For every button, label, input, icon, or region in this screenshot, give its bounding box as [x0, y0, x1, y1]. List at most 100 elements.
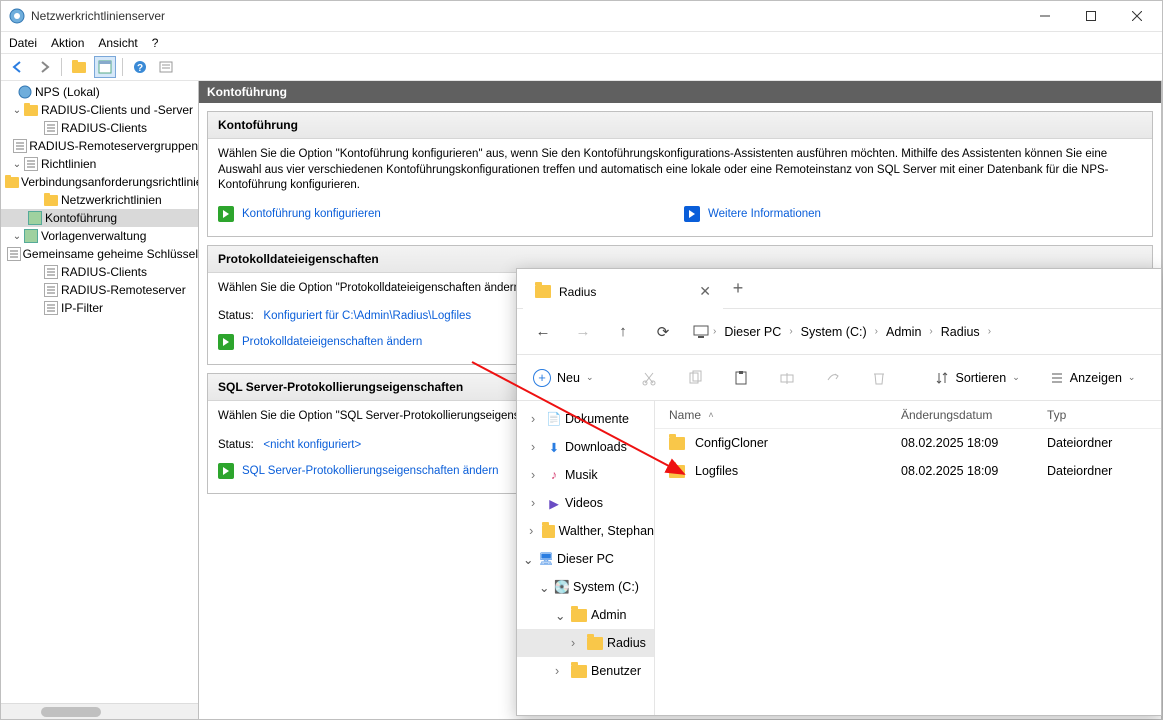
view-button[interactable]: Anzeigen ⌄: [1044, 367, 1142, 389]
nav-music[interactable]: ›♪Musik: [517, 461, 654, 489]
explorer-action-toolbar: + Neu ⌄ Sortieren ⌄ Anzeigen ⌄ ⋯: [517, 355, 1161, 401]
nav-videos[interactable]: ›▶Videos: [517, 489, 654, 517]
arrow-icon: [218, 334, 234, 350]
properties-button[interactable]: [94, 56, 116, 78]
tree-shared-secrets[interactable]: Gemeinsame geheime Schlüssel: [1, 245, 198, 263]
list-item[interactable]: Logfiles 08.02.2025 18:09 Dateiordner: [655, 457, 1161, 485]
col-date[interactable]: Änderungsdatum: [901, 408, 1047, 422]
maximize-button[interactable]: [1068, 1, 1114, 31]
plus-icon: +: [533, 369, 551, 387]
tree-nps-root[interactable]: NPS (Lokal): [1, 83, 198, 101]
nav-documents[interactable]: ›📄Dokumente: [517, 405, 654, 433]
status-value-link[interactable]: Konfiguriert für C:\Admin\Radius\Logfile…: [263, 310, 471, 322]
tab-title: Radius: [559, 285, 596, 299]
crumb[interactable]: Admin: [882, 321, 925, 343]
list-item[interactable]: ConfigCloner 08.02.2025 18:09 Dateiordne…: [655, 429, 1161, 457]
nav-system-c[interactable]: ⌄💽System (C:): [517, 573, 654, 601]
col-name[interactable]: Name ˄: [655, 408, 901, 422]
explorer-nav-toolbar: ← → ↑ ⟳ › Dieser PC› System (C:)› Admin›…: [517, 309, 1161, 355]
tree-tpl-radius-remote[interactable]: RADIUS-Remoteserver: [1, 281, 198, 299]
tree-radius-clients-servers[interactable]: ⌄RADIUS-Clients und -Server: [1, 101, 198, 119]
delete-button[interactable]: [865, 366, 893, 390]
status-label: Status:: [218, 310, 254, 322]
tree-ip-filters[interactable]: IP-Filter: [1, 299, 198, 317]
tree-scrollbar[interactable]: [1, 703, 198, 719]
back-button[interactable]: [7, 56, 29, 78]
explorer-tab[interactable]: Radius ✕: [523, 275, 723, 309]
arrow-icon: [218, 463, 234, 479]
rename-button[interactable]: [773, 366, 801, 390]
new-button[interactable]: + Neu ⌄: [527, 365, 599, 391]
section-text: Wählen Sie die Option "Kontoführung konf…: [208, 139, 1152, 194]
more-button[interactable]: ⋯: [1159, 366, 1163, 389]
window-title: Netzwerkrichtlinienserver: [31, 9, 1022, 23]
crumb[interactable]: Radius: [937, 321, 984, 343]
folder-icon: [669, 465, 685, 478]
sort-button[interactable]: Sortieren ⌄: [929, 367, 1025, 389]
explorer-file-list: Name ˄ Änderungsdatum Typ ConfigCloner 0…: [655, 401, 1161, 715]
tree-network-policies[interactable]: Netzwerkrichtlinien: [1, 191, 198, 209]
nav-this-pc[interactable]: ⌄🖥Dieser PC: [517, 545, 654, 573]
menu-help[interactable]: ?: [152, 36, 159, 50]
share-button[interactable]: [819, 366, 847, 390]
nav-refresh-button[interactable]: ⟳: [645, 316, 681, 348]
link-change-logfile-props[interactable]: Protokolldateieigenschaften ändern: [242, 336, 422, 348]
folder-icon: [669, 437, 685, 450]
menu-file[interactable]: Datei: [9, 36, 37, 50]
content-header: Kontoführung: [199, 81, 1161, 103]
tree-accounting[interactable]: Kontoführung: [1, 209, 198, 227]
link-change-sql-props[interactable]: SQL Server-Protokollierungseigenschaften…: [242, 465, 499, 477]
new-tab-button[interactable]: +: [723, 278, 753, 299]
nav-forward-button[interactable]: →: [565, 316, 601, 348]
breadcrumb[interactable]: › Dieser PC› System (C:)› Admin› Radius›: [685, 316, 1153, 348]
tree-tpl-radius-clients[interactable]: RADIUS-Clients: [1, 263, 198, 281]
arrow-icon: [684, 206, 700, 222]
folder-icon: [535, 285, 551, 298]
tree-conn-request-policies[interactable]: Verbindungsanforderungsrichtlinien: [1, 173, 198, 191]
explorer-tabbar: Radius ✕ +: [517, 269, 1161, 309]
arrow-icon: [218, 206, 234, 222]
paste-button[interactable]: [727, 366, 755, 390]
cut-button[interactable]: [635, 366, 663, 390]
crumb[interactable]: System (C:): [797, 321, 871, 343]
link-more-info[interactable]: Weitere Informationen: [708, 208, 821, 220]
file-explorer-window: Radius ✕ + ← → ↑ ⟳ › Dieser PC› System (…: [516, 268, 1162, 716]
section-kontofuehrung: Kontoführung Wählen Sie die Option "Kont…: [207, 111, 1153, 237]
nav-back-button[interactable]: ←: [525, 316, 561, 348]
close-tab-button[interactable]: ✕: [699, 283, 711, 300]
options-button[interactable]: [155, 56, 177, 78]
nav-admin[interactable]: ⌄Admin: [517, 601, 654, 629]
close-button[interactable]: [1114, 1, 1160, 31]
status-label: Status:: [218, 439, 254, 451]
nav-up-button[interactable]: ↑: [605, 316, 641, 348]
console-tree[interactable]: NPS (Lokal) ⌄RADIUS-Clients und -Server …: [1, 81, 199, 719]
menu-view[interactable]: Ansicht: [98, 36, 137, 50]
menubar: Datei Aktion Ansicht ?: [1, 31, 1162, 53]
minimize-button[interactable]: [1022, 1, 1068, 31]
nav-user-folder[interactable]: ›Walther, Stephan: [517, 517, 654, 545]
help-button[interactable]: ?: [129, 56, 151, 78]
nav-downloads[interactable]: ›⬇Downloads: [517, 433, 654, 461]
col-type[interactable]: Typ: [1047, 408, 1161, 422]
status-value-link[interactable]: <nicht konfiguriert>: [263, 439, 361, 451]
tree-radius-remote-groups[interactable]: RADIUS-Remoteservergruppen: [1, 137, 198, 155]
pc-icon: [693, 325, 709, 339]
copy-button[interactable]: [681, 366, 709, 390]
toolbar: ?: [1, 53, 1162, 81]
nav-benutzer[interactable]: ›Benutzer: [517, 657, 654, 685]
tree-template-mgmt[interactable]: ⌄Vorlagenverwaltung: [1, 227, 198, 245]
explorer-nav-tree[interactable]: ›📄Dokumente ›⬇Downloads ›♪Musik ›▶Videos…: [517, 401, 655, 715]
titlebar: Netzwerkrichtlinienserver: [1, 1, 1162, 31]
svg-text:?: ?: [137, 63, 143, 74]
forward-button[interactable]: [33, 56, 55, 78]
link-configure-accounting[interactable]: Kontoführung konfigurieren: [242, 208, 381, 220]
app-icon: [9, 8, 25, 24]
crumb[interactable]: Dieser PC: [720, 321, 785, 343]
tree-radius-clients[interactable]: RADIUS-Clients: [1, 119, 198, 137]
nav-radius[interactable]: ›Radius: [517, 629, 654, 657]
menu-action[interactable]: Aktion: [51, 36, 84, 50]
section-title: Kontoführung: [208, 112, 1152, 139]
column-headers: Name ˄ Änderungsdatum Typ: [655, 401, 1161, 429]
show-hide-tree-button[interactable]: [68, 56, 90, 78]
tree-policies[interactable]: ⌄Richtlinien: [1, 155, 198, 173]
